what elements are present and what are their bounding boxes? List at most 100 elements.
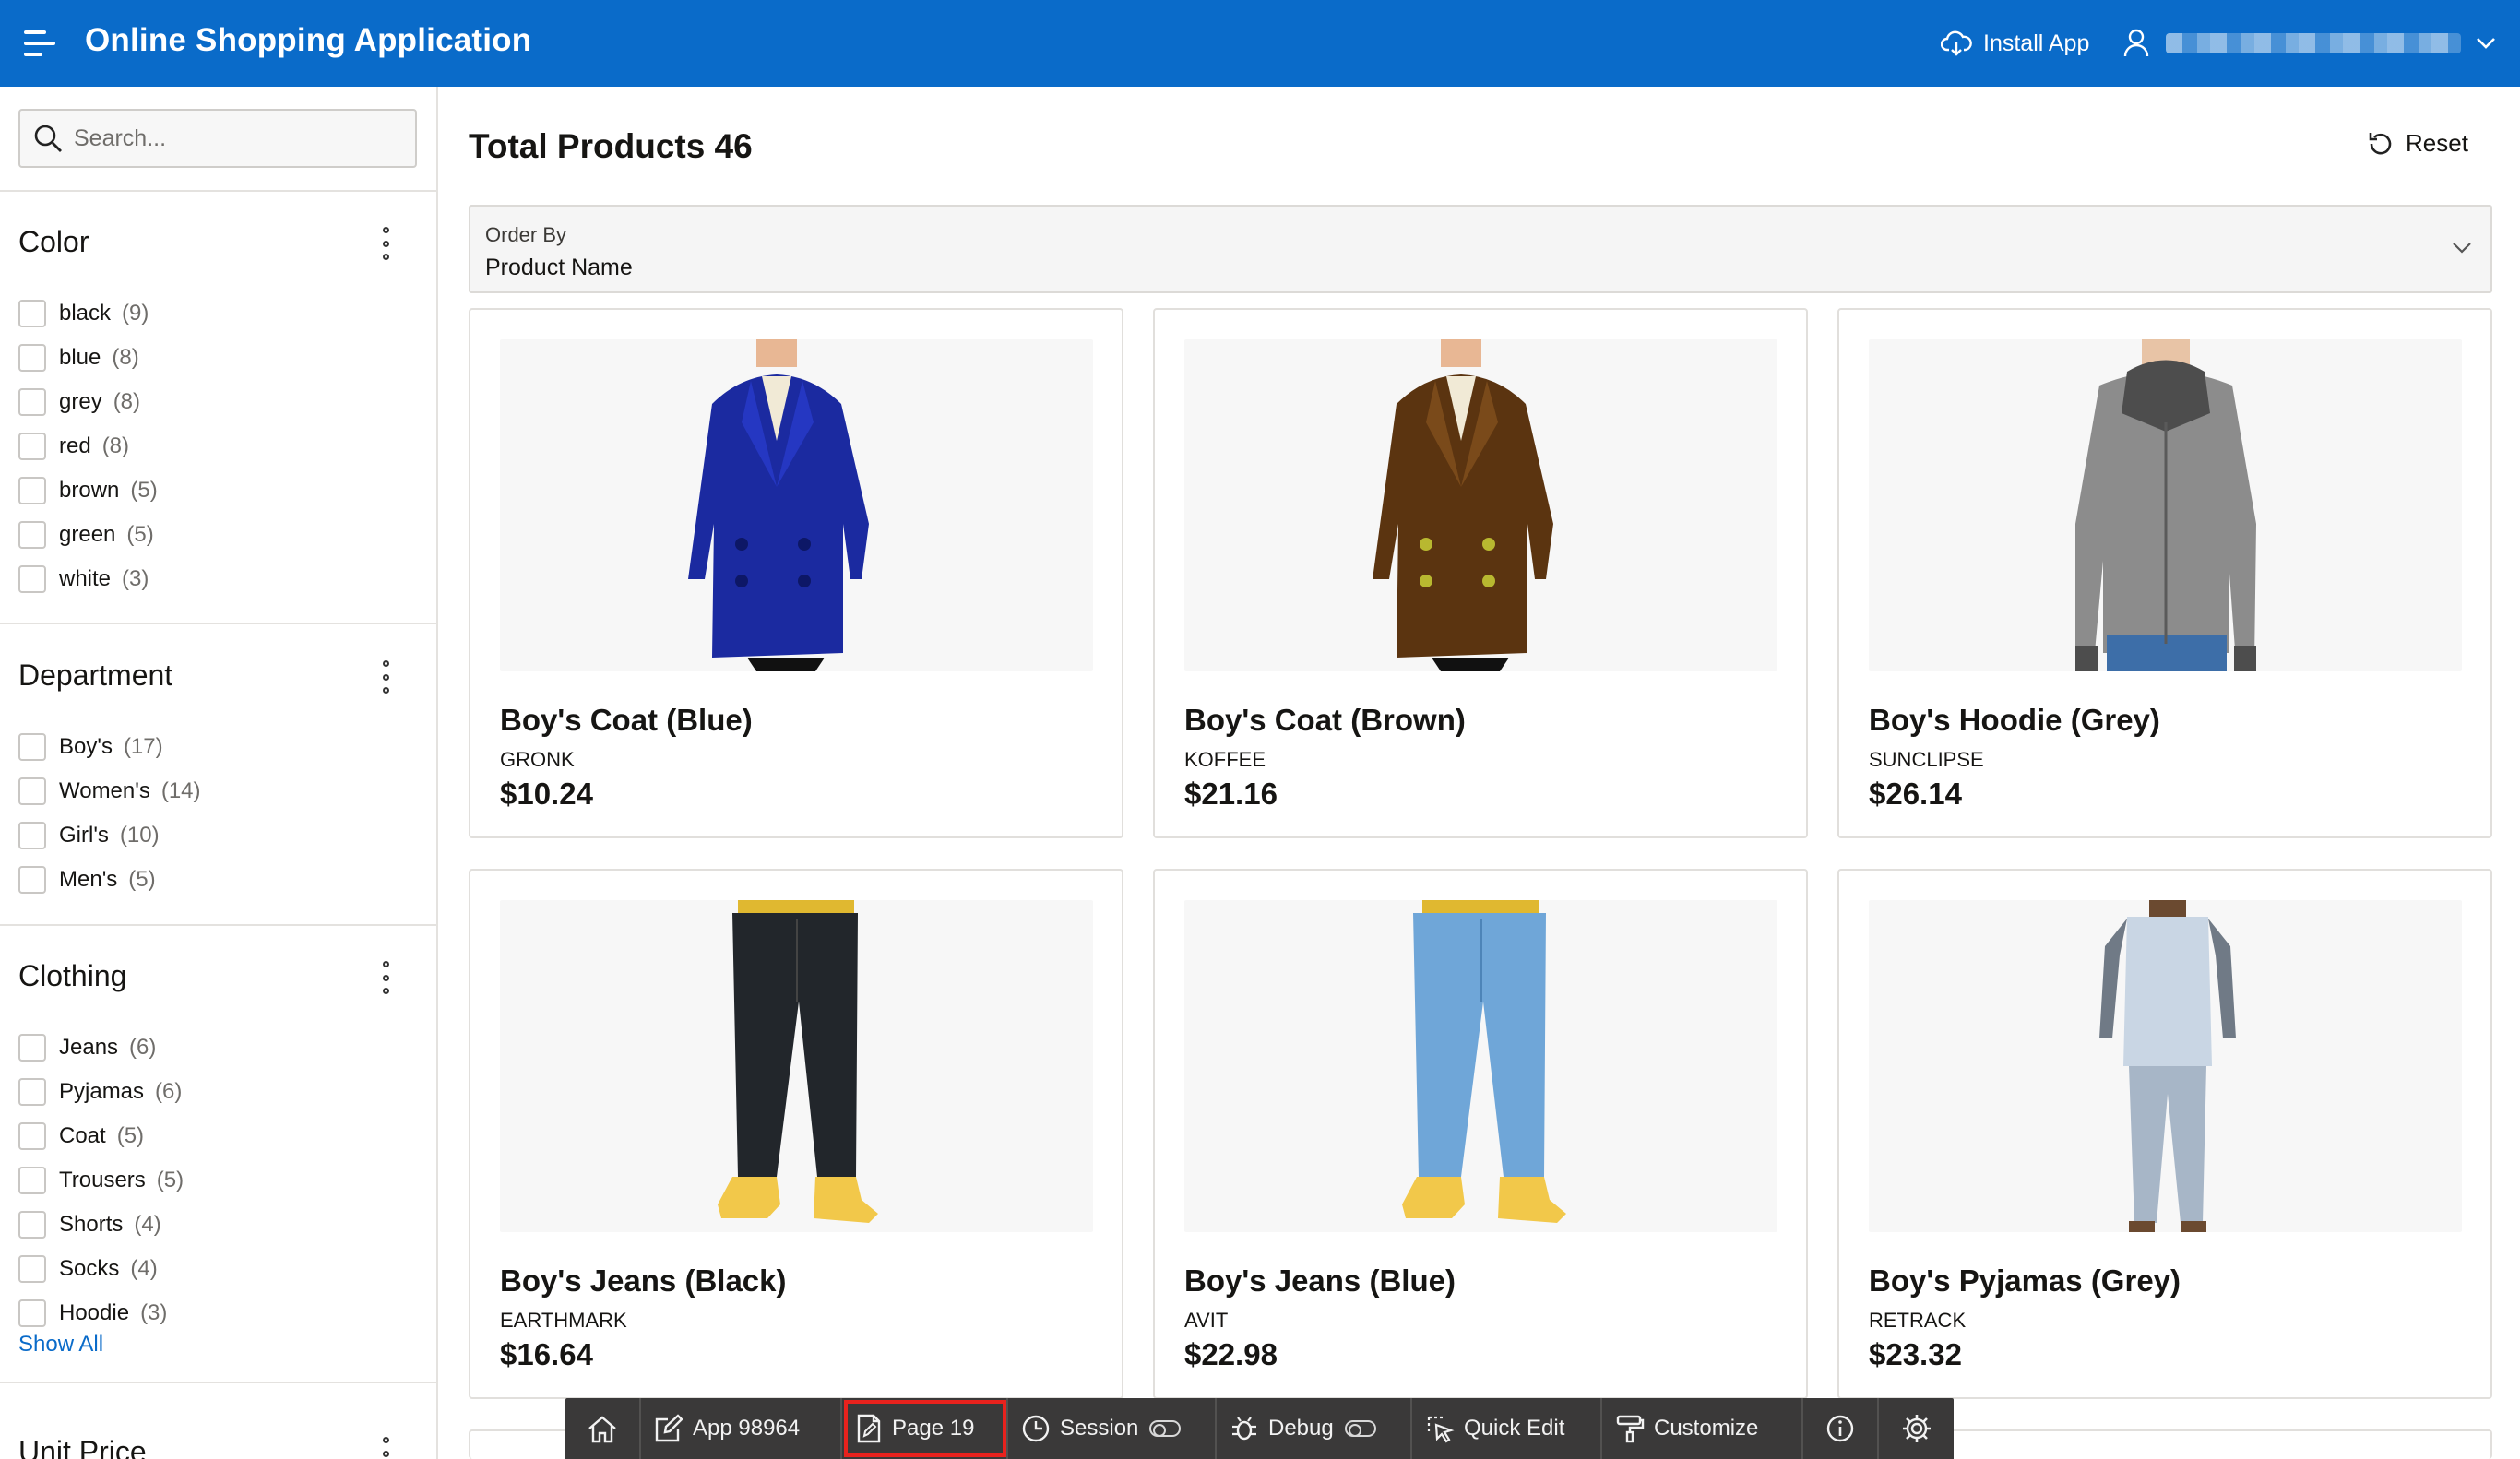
checkbox[interactable] xyxy=(18,1211,46,1239)
customize-button[interactable]: Customize xyxy=(1602,1398,1803,1459)
debug-toggle-icon[interactable] xyxy=(1344,1420,1376,1437)
install-app-button[interactable]: Install App xyxy=(1941,26,2089,61)
order-by-label: Order By xyxy=(485,223,567,246)
checkbox[interactable] xyxy=(18,1299,46,1327)
facet-title-color: Color xyxy=(18,225,89,258)
search-input[interactable] xyxy=(74,125,406,152)
app-header: Online Shopping Application Install App xyxy=(0,0,2520,87)
menu-icon[interactable] xyxy=(24,30,57,56)
quick-edit-button[interactable]: Quick Edit xyxy=(1412,1398,1602,1459)
facet-option-womens[interactable]: Women's (14) xyxy=(18,769,201,813)
facet-option-boys[interactable]: Boy's (17) xyxy=(18,725,201,769)
checkbox[interactable] xyxy=(18,1122,46,1150)
debug-button[interactable]: Debug xyxy=(1217,1398,1412,1459)
facet-option-white[interactable]: white (3) xyxy=(18,557,158,601)
checkbox[interactable] xyxy=(18,777,46,805)
product-price: $10.24 xyxy=(500,777,593,811)
checkbox[interactable] xyxy=(18,344,46,372)
product-price: $22.98 xyxy=(1184,1337,1278,1371)
product-card[interactable]: Boy's Hoodie (Grey) SUNCLIPSE $26.14 xyxy=(1837,308,2492,838)
facet-sidebar: Color black (9) blue (8) grey (8) red (8) br… xyxy=(0,87,438,1459)
product-card[interactable]: Boy's Jeans (Blue) AVIT $22.98 xyxy=(1153,869,1808,1399)
cloud-download-icon xyxy=(1941,30,1972,56)
facet-option-coat[interactable]: Coat (5) xyxy=(18,1114,184,1158)
facet-option-brown[interactable]: brown (5) xyxy=(18,469,158,513)
page-button[interactable]: Page 19 xyxy=(842,1398,1008,1459)
product-card[interactable]: Boy's Pyjamas (Grey) RETRACK $23.32 xyxy=(1837,869,2492,1399)
product-image[interactable] xyxy=(1869,339,2462,671)
facet-option-mens[interactable]: Men's (5) xyxy=(18,858,201,902)
option-count: (5) xyxy=(116,1123,145,1148)
facet-option-girls[interactable]: Girl's (10) xyxy=(18,813,201,858)
option-label: Girl's xyxy=(59,823,109,848)
option-label: black xyxy=(59,301,112,326)
facet-option-pyjamas[interactable]: Pyjamas (6) xyxy=(18,1070,184,1114)
product-card[interactable]: Boy's Coat (Blue) GRONK $10.24 xyxy=(469,308,1123,838)
product-image[interactable] xyxy=(1869,900,2462,1232)
option-count: (3) xyxy=(140,1300,168,1325)
product-name[interactable]: Boy's Coat (Brown) xyxy=(1184,703,1466,738)
product-name[interactable]: Boy's Jeans (Blue) xyxy=(1184,1263,1456,1299)
product-brand: RETRACK xyxy=(1869,1309,1967,1332)
product-image[interactable] xyxy=(1184,900,1777,1232)
app-title[interactable]: Online Shopping Application xyxy=(85,22,531,59)
checkbox[interactable] xyxy=(18,1255,46,1283)
checkbox[interactable] xyxy=(18,822,46,849)
checkbox[interactable] xyxy=(18,1078,46,1106)
facet-option-socks[interactable]: Socks (4) xyxy=(18,1247,184,1291)
page-edit-icon xyxy=(857,1414,881,1443)
product-name[interactable]: Boy's Jeans (Black) xyxy=(500,1263,787,1299)
show-all-link[interactable]: Show All xyxy=(18,1332,103,1358)
color-facet-more-icon[interactable] xyxy=(378,227,393,260)
product-image[interactable] xyxy=(1184,339,1777,671)
facet-option-shorts[interactable]: Shorts (4) xyxy=(18,1203,184,1247)
app-button[interactable]: App 98964 xyxy=(641,1398,842,1459)
product-card[interactable]: Boy's Jeans (Black) EARTHMARK $16.64 xyxy=(469,869,1123,1399)
product-name[interactable]: Boy's Pyjamas (Grey) xyxy=(1869,1263,2181,1299)
clothing-facet-more-icon[interactable] xyxy=(378,961,393,994)
facet-option-hoodie[interactable]: Hoodie (3) xyxy=(18,1291,184,1335)
product-brand: SUNCLIPSE xyxy=(1869,748,1984,771)
option-label: red xyxy=(59,433,91,458)
settings-button[interactable] xyxy=(1879,1398,1954,1459)
facet-option-blue[interactable]: blue (8) xyxy=(18,336,158,380)
checkbox[interactable] xyxy=(18,1167,46,1194)
facet-option-black[interactable]: black (9) xyxy=(18,291,158,336)
facet-option-red[interactable]: red (8) xyxy=(18,424,158,469)
checkbox[interactable] xyxy=(18,565,46,593)
unit-price-facet-more-icon[interactable] xyxy=(378,1437,393,1459)
product-image[interactable] xyxy=(500,339,1093,671)
reset-button[interactable]: Reset xyxy=(2367,129,2468,158)
department-facet-more-icon[interactable] xyxy=(378,660,393,694)
facet-option-green[interactable]: green (5) xyxy=(18,513,158,557)
checkbox[interactable] xyxy=(18,433,46,460)
customize-label: Customize xyxy=(1654,1416,1759,1441)
info-button[interactable] xyxy=(1803,1398,1879,1459)
user-menu[interactable] xyxy=(2123,26,2496,61)
checkbox[interactable] xyxy=(18,388,46,416)
checkbox[interactable] xyxy=(18,477,46,504)
facet-title-unit-price: Unit Price xyxy=(18,1435,147,1459)
checkbox[interactable] xyxy=(18,521,46,549)
quick-edit-label: Quick Edit xyxy=(1464,1416,1565,1441)
session-button[interactable]: Session xyxy=(1008,1398,1217,1459)
facet-option-trousers[interactable]: Trousers (5) xyxy=(18,1158,184,1203)
checkbox[interactable] xyxy=(18,866,46,894)
checkbox[interactable] xyxy=(18,300,46,327)
product-name[interactable]: Boy's Coat (Blue) xyxy=(500,703,753,738)
facet-search-box[interactable] xyxy=(18,109,417,168)
product-image[interactable] xyxy=(500,900,1093,1232)
facet-option-grey[interactable]: grey (8) xyxy=(18,380,158,424)
option-count: (8) xyxy=(113,389,141,414)
option-count: (9) xyxy=(122,301,149,326)
facet-option-jeans[interactable]: Jeans (6) xyxy=(18,1026,184,1070)
order-by-select[interactable]: Order By Product Name xyxy=(469,205,2492,293)
product-name[interactable]: Boy's Hoodie (Grey) xyxy=(1869,703,2160,738)
checkbox[interactable] xyxy=(18,1034,46,1062)
order-by-value: Product Name xyxy=(485,255,633,280)
home-button[interactable] xyxy=(565,1398,641,1459)
option-label: Boy's xyxy=(59,734,113,759)
product-card[interactable]: Boy's Coat (Brown) KOFFEE $21.16 xyxy=(1153,308,1808,838)
checkbox[interactable] xyxy=(18,733,46,761)
session-toggle-icon[interactable] xyxy=(1149,1420,1182,1437)
